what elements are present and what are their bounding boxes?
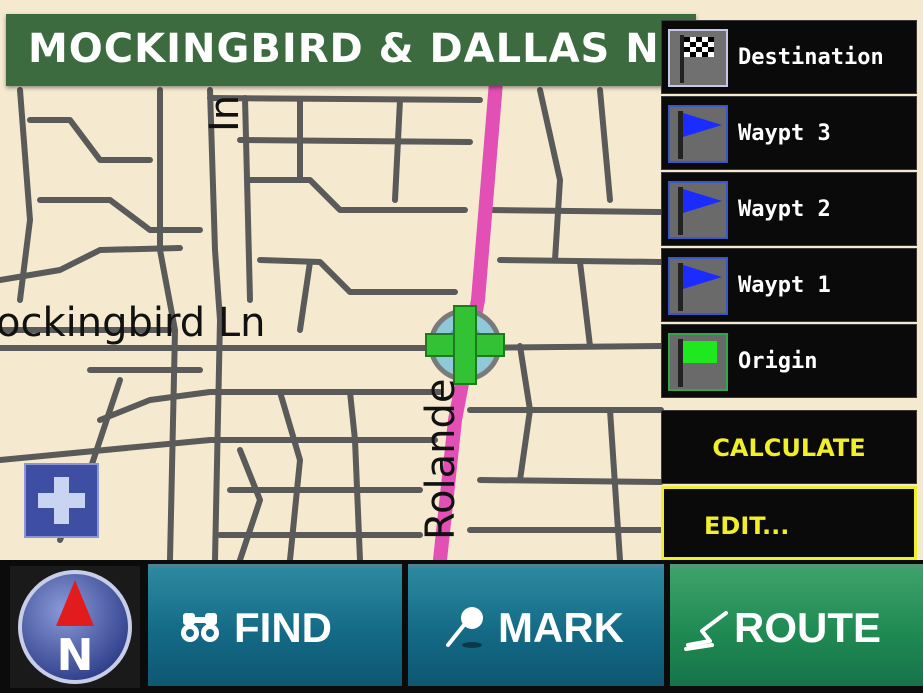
menu-item-waypt-2[interactable]: Waypt 2 [661, 172, 917, 246]
roland-street-label: Rolande [418, 378, 464, 540]
edit-button[interactable]: EDIT... [661, 486, 917, 560]
find-label: FIND [234, 604, 332, 651]
find-button[interactable]: FIND [148, 564, 402, 686]
binoculars-icon [181, 613, 219, 642]
blue-flag-icon [668, 105, 728, 163]
mark-label: MARK [498, 604, 624, 651]
compass-letter: N [57, 630, 94, 681]
current-street-name: MOCKINGBIRD & DALLAS N [28, 26, 660, 72]
blue-flag-icon [668, 257, 728, 315]
edit-label: EDIT... [704, 512, 790, 540]
menu-item-origin[interactable]: Origin [661, 324, 917, 398]
mark-button[interactable]: MARK [408, 564, 664, 686]
mockingbird-street-label: ockingbird Ln [0, 300, 266, 346]
compass-north-icon: N [18, 570, 132, 684]
green-flag-icon [668, 333, 728, 391]
menu-item-label: Waypt 1 [738, 273, 831, 298]
menu-item-label: Destination [738, 45, 884, 70]
compass-button[interactable]: N [10, 566, 140, 688]
zoom-in-button[interactable] [24, 463, 99, 538]
menu-item-label: Waypt 3 [738, 121, 831, 146]
menu-item-destination[interactable]: Destination [661, 20, 917, 94]
route-arrow-icon [684, 611, 728, 651]
route-menu: Destination Waypt 3 Waypt 2 Waypt 1 Orig… [661, 20, 919, 560]
calculate-label: CALCULATE [712, 434, 866, 462]
route-button[interactable]: ROUTE [670, 564, 923, 686]
menu-item-label: Waypt 2 [738, 197, 831, 222]
menu-item-waypt-1[interactable]: Waypt 1 [661, 248, 917, 322]
bottom-toolbar: N FIND MARK ROUTE [0, 560, 923, 693]
menu-item-label: Origin [738, 349, 818, 374]
street-name-banner: MOCKINGBIRD & DALLAS N [6, 14, 696, 86]
blue-flag-icon [668, 181, 728, 239]
checkered-flag-icon [668, 29, 728, 87]
route-label: ROUTE [734, 604, 881, 651]
map-view[interactable]: ockingbird Ln Rolande In MOCKINGBIRD & D… [0, 0, 923, 560]
pushpin-icon [446, 607, 483, 648]
position-marker [425, 305, 505, 385]
vertical-street-label: In [202, 94, 248, 132]
menu-item-waypt-3[interactable]: Waypt 3 [661, 96, 917, 170]
calculate-button[interactable]: CALCULATE [661, 410, 917, 484]
gps-screen: ockingbird Ln Rolande In MOCKINGBIRD & D… [0, 0, 923, 693]
